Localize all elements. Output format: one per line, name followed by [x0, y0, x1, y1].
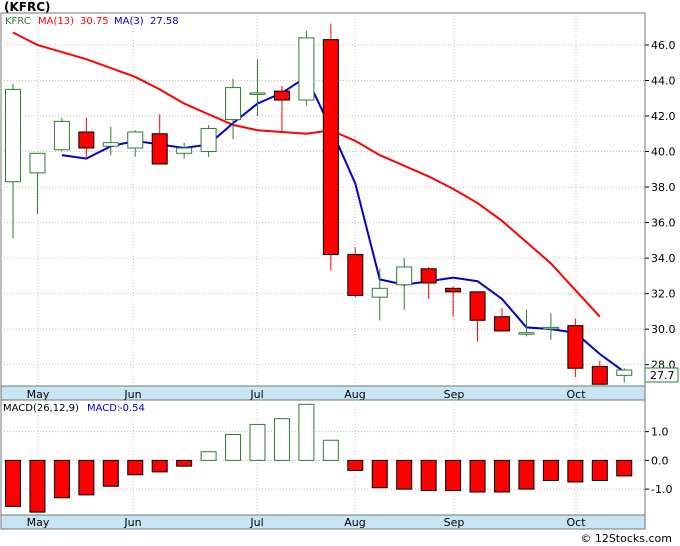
legend-ma13-value: 30.75: [80, 16, 109, 27]
macd-bar-negative: [445, 459, 462, 492]
candle-body-up: [518, 332, 535, 335]
candle-body-up: [616, 369, 633, 376]
macd-bar-negative: [347, 459, 364, 471]
candle-body-up: [5, 88, 21, 183]
price-y-tick-label: 30.0: [651, 323, 676, 336]
macd-bar-negative: [469, 459, 486, 493]
price-y-tick-label: 40.0: [651, 146, 676, 159]
candle-body-up: [53, 120, 70, 151]
macd-x-axis-band: [0, 514, 646, 530]
candle-body-up: [396, 266, 413, 286]
candle-body-up: [542, 326, 559, 330]
macd-bar-positive: [200, 451, 217, 461]
macd-bar-negative: [29, 459, 46, 513]
candle-body-up: [371, 287, 388, 298]
legend-ma3-label: MA(3): [114, 16, 144, 27]
macd-legend-value: -0.54: [119, 403, 145, 414]
candle-body-down: [322, 39, 339, 256]
price-x-label: Oct: [566, 388, 586, 401]
macd-bar-negative: [518, 459, 535, 490]
candle-body-down: [494, 316, 510, 332]
price-y-tick-label: 34.0: [651, 252, 676, 265]
macd-legend: MACD(26,12,9) MACD: -0.54: [3, 403, 145, 414]
price-y-tick-label: 42.0: [651, 110, 676, 123]
macd-bar-positive: [298, 403, 315, 461]
price-y-axis: 28.030.032.034.036.038.040.042.044.046.0: [645, 39, 676, 372]
macd-bar-negative: [53, 459, 70, 499]
macd-bar-positive: [273, 418, 290, 461]
macd-y-tick-label: -1.0: [651, 483, 672, 496]
price-y-tick-label: 36.0: [651, 217, 676, 230]
candle-body-up: [200, 127, 217, 153]
macd-x-label: Jul: [249, 516, 263, 529]
macd-bar-negative: [151, 459, 168, 473]
stock-chart: 28.030.032.034.036.038.040.042.044.046.0…: [0, 12, 679, 530]
macd-bar-negative: [5, 459, 21, 507]
candle-body-up: [298, 37, 315, 101]
price-x-axis-band: [0, 385, 646, 401]
candle-body-down: [78, 131, 95, 149]
candle-body-up: [225, 87, 242, 121]
candle-body-down: [420, 268, 437, 284]
macd-y-tick-label: 1.0: [651, 426, 669, 439]
macd-x-label: Sep: [444, 516, 465, 529]
candle-body-down: [151, 133, 168, 165]
macd-bar-positive: [225, 434, 242, 461]
candle-body-down: [273, 90, 290, 101]
candle-body-up: [127, 131, 144, 149]
macd-bar-positive: [249, 423, 266, 461]
candle-body-down: [567, 325, 584, 369]
footer-credit: © 12Stocks.com: [580, 532, 672, 545]
macd-bar-negative: [102, 459, 119, 487]
macd-bar-negative: [567, 459, 584, 483]
macd-legend-label: MACD(26,12,9): [3, 403, 79, 414]
macd-bar-negative: [396, 459, 413, 490]
macd-bar-negative: [176, 459, 193, 467]
macd-bar-negative: [78, 459, 95, 496]
legend-kfrc: KFRC: [5, 16, 31, 27]
price-y-tick-label: 44.0: [651, 74, 676, 87]
macd-x-label: May: [27, 516, 50, 529]
last-price-label: 27.7: [650, 369, 675, 382]
macd-legend-value-label: MACD:: [87, 403, 120, 414]
macd-x-label: Aug: [344, 516, 365, 529]
macd-bar-negative: [616, 459, 633, 477]
price-x-label: Jun: [123, 388, 141, 401]
candle-body-down: [469, 291, 486, 321]
macd-y-tick-label: 0.0: [651, 454, 669, 467]
macd-x-label: Jun: [123, 516, 141, 529]
price-x-label: Jul: [249, 388, 263, 401]
candle-body-down: [445, 287, 462, 293]
candle-body-down: [591, 365, 608, 385]
macd-x-label: Oct: [566, 516, 586, 529]
macd-bar-negative: [127, 459, 144, 476]
price-y-tick-label: 38.0: [651, 181, 676, 194]
price-y-tick-label: 32.0: [651, 288, 676, 301]
macd-bar-negative: [420, 459, 437, 492]
price-x-label: Sep: [444, 388, 465, 401]
macd-bar-negative: [494, 459, 510, 493]
legend-ma3-value: 27.58: [150, 16, 179, 27]
candle-body-up: [249, 92, 266, 95]
macd-bar-negative: [542, 459, 559, 481]
price-x-label: Aug: [344, 388, 365, 401]
candle-body-up: [29, 152, 46, 174]
macd-bar-negative: [591, 459, 608, 481]
price-x-label: May: [27, 388, 50, 401]
last-price-marker: 27.7: [644, 367, 679, 383]
macd-bar-positive: [322, 439, 339, 461]
macd-y-axis: 1.0 0.0 -1.0: [645, 426, 672, 496]
candle-body-up: [176, 147, 193, 154]
macd-bar-negative: [371, 459, 388, 489]
candle-body-down: [347, 254, 364, 296]
price-y-tick-label: 46.0: [651, 39, 676, 52]
candle-body-up: [102, 142, 119, 147]
legend-ma13-label: MA(13): [38, 16, 74, 27]
